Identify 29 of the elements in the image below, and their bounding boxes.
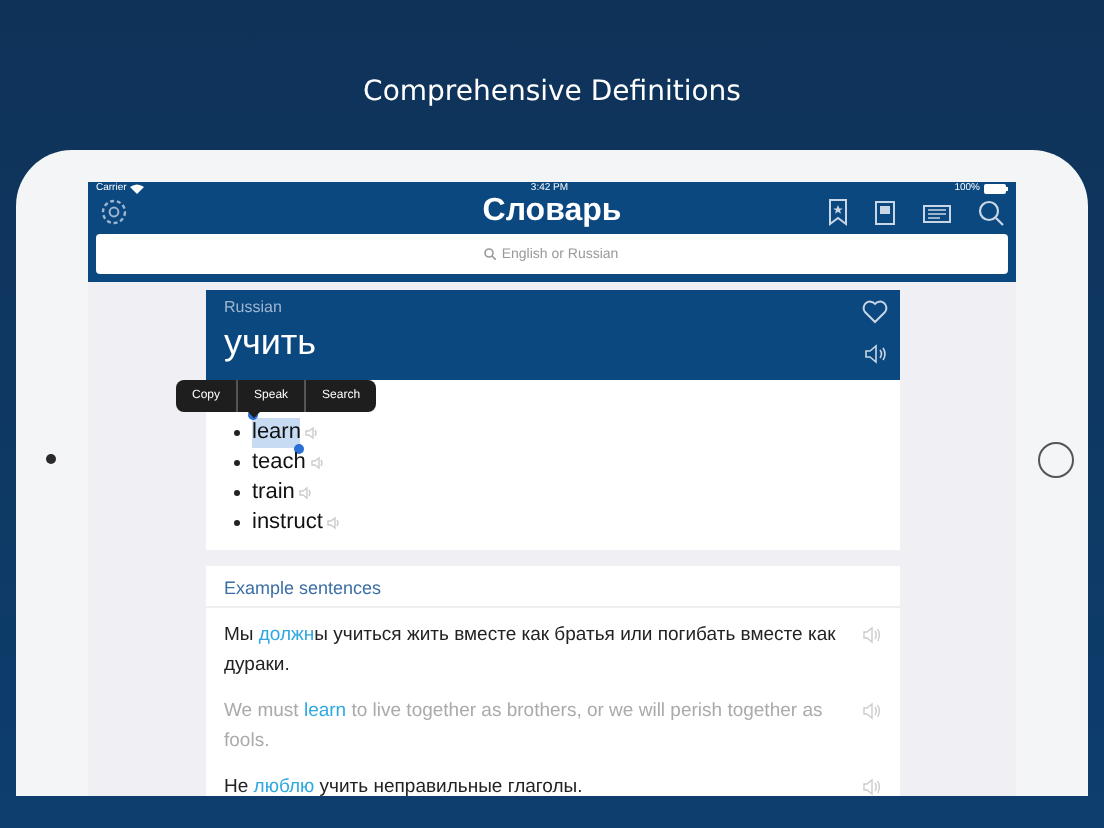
heart-icon[interactable] — [862, 300, 888, 324]
settings-icon[interactable] — [100, 198, 128, 226]
example-sentence: Мы должны учиться жить вместе как братья или погибать вместе как дураки. — [224, 622, 838, 680]
bullet-icon — [234, 460, 240, 466]
flashcards-icon[interactable] — [922, 201, 952, 223]
example-sentence: Не люблю учить неправильные глаголы. — [224, 774, 585, 796]
headword: учить — [224, 322, 317, 364]
selection-handle[interactable] — [294, 444, 305, 454]
translation-word[interactable]: teach — [252, 448, 306, 478]
translation-word[interactable]: learn — [252, 418, 301, 448]
bookmark-star-icon[interactable] — [828, 198, 848, 226]
wifi-icon — [130, 183, 145, 193]
speaker-icon[interactable] — [863, 344, 887, 364]
example-sentence: We must learn to live together as brothers, or we will perish together as fools. — [224, 698, 825, 756]
translation-word[interactable]: train — [252, 478, 295, 508]
hero-title: Comprehensive Definitions — [363, 75, 741, 107]
book-icon[interactable] — [874, 199, 896, 225]
bullet-icon — [234, 430, 240, 436]
battery-icon — [983, 183, 1008, 193]
bullet-icon — [234, 520, 240, 526]
camera-dot — [45, 454, 55, 464]
section-title: Example sentences — [206, 566, 900, 608]
translation-word[interactable]: instruct — [252, 508, 323, 538]
language-label: Russian — [224, 298, 284, 316]
search-icon — [484, 248, 496, 260]
home-button[interactable] — [1038, 441, 1074, 477]
app-title: Словарь — [482, 194, 622, 230]
bullet-icon — [234, 490, 240, 496]
search-icon[interactable] — [978, 199, 1004, 225]
